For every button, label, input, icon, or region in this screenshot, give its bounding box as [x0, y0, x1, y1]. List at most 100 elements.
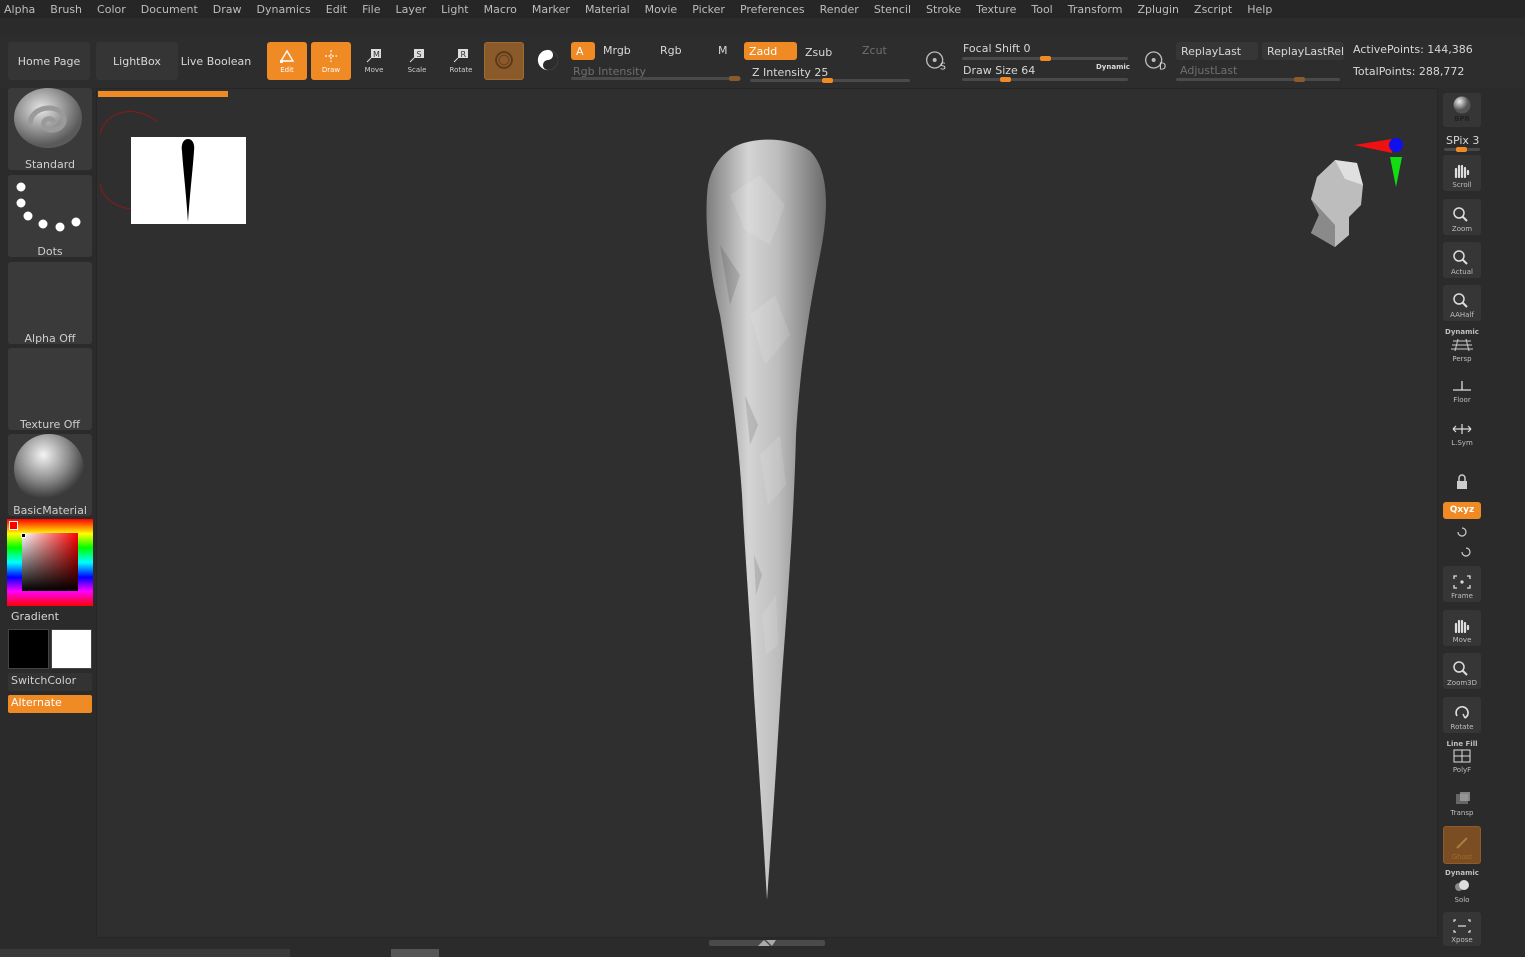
rotate-view-button[interactable]: Rotate: [1443, 697, 1481, 733]
spix-slider[interactable]: [1444, 147, 1480, 152]
lazy-mouse-d-button[interactable]: D: [1137, 42, 1173, 80]
zsub-toggle[interactable]: Zsub: [805, 46, 832, 59]
magnifier-icon: [1453, 207, 1468, 222]
menu-marker[interactable]: Marker: [532, 3, 570, 16]
mrgb-toggle[interactable]: Mrgb: [603, 44, 631, 57]
actual-button[interactable]: Actual: [1443, 242, 1481, 278]
menu-layer[interactable]: Layer: [395, 3, 426, 16]
z-intensity-slider[interactable]: [750, 78, 910, 83]
tray-toggle-arrows-icon[interactable]: [756, 938, 778, 947]
aahalf-button[interactable]: AAHalf: [1443, 285, 1481, 321]
hue-cursor[interactable]: [9, 521, 18, 530]
symmetry-arrows-icon: [1452, 424, 1472, 434]
rgb-intensity-slider[interactable]: [571, 76, 741, 81]
menu-movie[interactable]: Movie: [645, 3, 678, 16]
menu-texture[interactable]: Texture: [976, 3, 1016, 16]
lightbox-button[interactable]: LightBox: [96, 42, 178, 80]
alternate-toggle[interactable]: Alternate: [8, 695, 92, 713]
menu-stencil[interactable]: Stencil: [874, 3, 911, 16]
rotate-z-icon[interactable]: [1459, 546, 1473, 558]
polyframe-grid-icon: [1453, 749, 1471, 763]
menu-draw[interactable]: Draw: [213, 3, 242, 16]
gradient-toggle[interactable]: Gradient: [11, 610, 59, 623]
color-swatch-button[interactable]: [528, 42, 568, 80]
live-boolean-button[interactable]: Live Boolean: [180, 42, 252, 80]
switch-color-button[interactable]: SwitchColor: [8, 673, 92, 691]
home-page-button[interactable]: Home Page: [8, 42, 90, 80]
horizontal-scrollbar[interactable]: [0, 949, 290, 957]
color-picker[interactable]: [7, 519, 93, 606]
transp-button[interactable]: Transp: [1443, 783, 1481, 819]
zcut-toggle[interactable]: Zcut: [862, 44, 887, 57]
rotate-xyz-toggle[interactable]: Qxyz: [1443, 502, 1481, 519]
zoom3d-button[interactable]: Zoom3D: [1443, 653, 1481, 689]
menu-transform[interactable]: Transform: [1068, 3, 1123, 16]
stroke-name: Dots: [37, 245, 63, 258]
polyf-button[interactable]: PolyF: [1443, 746, 1481, 776]
draw-size-slider[interactable]: [962, 77, 1128, 82]
dynamic-toggle[interactable]: Dynamic: [1096, 63, 1130, 71]
lock-button[interactable]: [1443, 458, 1481, 494]
bpr-label: BPR: [1454, 114, 1470, 123]
color-cursor[interactable]: [21, 533, 26, 538]
menu-picker[interactable]: Picker: [692, 3, 725, 16]
local-symmetry-button[interactable]: L.Sym: [1443, 413, 1481, 449]
lazy-mouse-s-button[interactable]: S: [918, 42, 954, 80]
replay-last-rel-button[interactable]: ReplayLastRel: [1262, 42, 1344, 60]
svg-text:R: R: [461, 50, 467, 59]
ghost-button[interactable]: Ghost: [1443, 826, 1481, 864]
menu-color[interactable]: Color: [97, 3, 126, 16]
rotate-y-icon[interactable]: [1455, 526, 1469, 538]
a-toggle[interactable]: A: [571, 42, 595, 60]
menu-render[interactable]: Render: [820, 3, 859, 16]
menu-macro[interactable]: Macro: [484, 3, 517, 16]
alpha-name: Alpha Off: [24, 332, 76, 345]
menu-light[interactable]: Light: [441, 3, 468, 16]
transp-label: Transp: [1450, 809, 1474, 817]
move-view-button[interactable]: Move: [1443, 610, 1481, 646]
menu-document[interactable]: Document: [141, 3, 198, 16]
menu-dynamics[interactable]: Dynamics: [257, 3, 311, 16]
rotate-mode-button[interactable]: R Rotate: [441, 42, 481, 80]
draw-mode-button[interactable]: Draw: [311, 42, 351, 80]
menu-material[interactable]: Material: [585, 3, 630, 16]
frame-button[interactable]: Frame: [1443, 566, 1481, 602]
horizontal-scroll-thumb[interactable]: [391, 949, 439, 957]
bpr-sphere-icon: [1453, 96, 1471, 113]
color-saturation-square[interactable]: [22, 533, 78, 591]
total-points-readout: TotalPoints: 288,772: [1353, 65, 1465, 78]
menu-help[interactable]: Help: [1247, 3, 1272, 16]
scroll-button[interactable]: Scroll: [1443, 155, 1481, 191]
zoom-button[interactable]: Zoom: [1443, 199, 1481, 235]
menu-alpha[interactable]: Alpha: [4, 3, 35, 16]
bpr-render-button[interactable]: BPR: [1443, 93, 1481, 127]
persp-button[interactable]: Persp: [1443, 335, 1481, 365]
menu-file[interactable]: File: [362, 3, 380, 16]
secondary-color-swatch[interactable]: [51, 629, 92, 669]
solo-button[interactable]: Solo: [1443, 876, 1481, 906]
menu-tool[interactable]: Tool: [1031, 3, 1052, 16]
menu-preferences[interactable]: Preferences: [740, 3, 805, 16]
move-mode-button[interactable]: M Move: [354, 42, 394, 80]
menu-stroke[interactable]: Stroke: [926, 3, 961, 16]
zadd-toggle[interactable]: Zadd: [744, 42, 797, 60]
m-toggle[interactable]: M: [718, 44, 728, 57]
main-color-swatch[interactable]: [8, 629, 49, 669]
edit-label: Edit: [280, 66, 294, 74]
menu-edit[interactable]: Edit: [326, 3, 347, 16]
taper-shape-icon: [181, 139, 195, 222]
scale-mode-button[interactable]: S Scale: [397, 42, 437, 80]
focal-shift-slider[interactable]: [962, 56, 1128, 61]
rgb-toggle[interactable]: Rgb: [660, 44, 682, 57]
xpose-button[interactable]: Xpose: [1443, 912, 1481, 946]
adjust-last-slider[interactable]: [1176, 77, 1340, 82]
menu-zscript[interactable]: Zscript: [1194, 3, 1232, 16]
replay-last-button[interactable]: ReplayLast: [1176, 42, 1258, 60]
lock-icon: [1457, 474, 1467, 489]
material-swatch-button[interactable]: [484, 42, 524, 80]
menu-zplugin[interactable]: Zplugin: [1137, 3, 1179, 16]
floor-button[interactable]: Floor: [1443, 370, 1481, 406]
menu-brush[interactable]: Brush: [50, 3, 82, 16]
edit-mode-button[interactable]: Edit: [267, 42, 307, 80]
brush-curve-icon: D: [1145, 51, 1166, 71]
